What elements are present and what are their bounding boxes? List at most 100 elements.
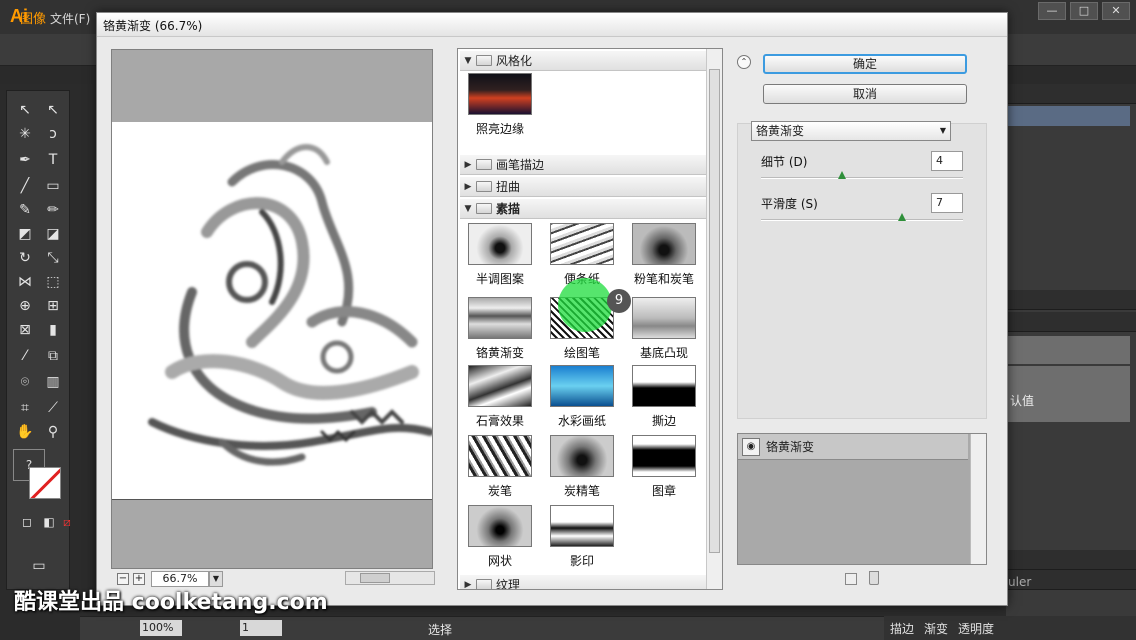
maximize-button[interactable]: □ <box>1070 2 1098 20</box>
filter-thumb-glowing-edges[interactable]: 照亮边缘 <box>460 73 540 143</box>
filter-select[interactable]: 铬黄渐变 ▼ <box>751 121 951 141</box>
preview-scroll-thumb[interactable] <box>360 573 390 583</box>
pencil-tool-icon[interactable]: ✏ <box>41 199 65 221</box>
blend-tool-icon[interactable]: ⧉ <box>41 345 65 367</box>
filter-thumb-reticulation[interactable]: 网状 <box>460 505 540 575</box>
folder-icon <box>476 159 492 170</box>
filter-thumb-chalk-charcoal[interactable]: 粉笔和炭笔 <box>624 223 704 293</box>
category-texture[interactable]: ▶ 纹理 <box>460 575 706 590</box>
filter-gallery-dialog: 铬黄渐变 (66.7%) − + 66.7% ▼ ▼ 风格化 照亮边缘 ▶ 画笔… <box>96 12 1008 606</box>
effect-layer-label: 铬黄渐变 <box>766 440 815 454</box>
hand-tool-icon[interactable]: ✋ <box>13 421 37 443</box>
filter-thumb-photocopy[interactable]: 影印 <box>542 505 622 575</box>
status-tool-label[interactable]: 选择 <box>428 621 452 638</box>
cancel-button[interactable]: 取消 <box>763 84 967 104</box>
smoothness-slider-thumb[interactable] <box>898 213 907 221</box>
filter-thumb-water-paper[interactable]: 水彩画纸 <box>542 365 622 435</box>
direct-selection-tool-icon[interactable]: ↖ <box>41 99 65 121</box>
category-distort[interactable]: ▶ 扭曲 <box>460 177 706 197</box>
gradient-tool-icon[interactable]: ▮ <box>41 319 65 341</box>
panel-row[interactable] <box>1006 336 1130 364</box>
eye-icon[interactable]: ◉ <box>742 438 760 456</box>
paintbrush-tool-icon[interactable]: ✎ <box>13 199 37 221</box>
status-page-field[interactable]: 1 <box>240 620 282 636</box>
tab-gradient[interactable]: 渐变 <box>924 620 948 637</box>
category-label: 纹理 <box>496 578 521 590</box>
delete-effect-layer-icon[interactable] <box>869 571 879 585</box>
effect-layer-row[interactable]: ◉ 铬黄渐变 <box>738 434 968 460</box>
filter-label: 图章 <box>651 484 676 498</box>
filter-thumb-chrome[interactable]: 铬黄渐变 <box>460 293 540 363</box>
gallery-scroll-thumb[interactable] <box>709 69 720 553</box>
panel-header <box>1006 84 1136 104</box>
preview-horizontal-scrollbar[interactable] <box>345 571 435 585</box>
filter-thumb-stamp[interactable]: 图章 <box>624 435 704 505</box>
mesh-tool-icon[interactable]: ⊠ <box>13 319 37 341</box>
rectangle-tool-icon[interactable]: ▭ <box>41 175 65 197</box>
graph-tool-icon[interactable]: ▥ <box>41 371 65 393</box>
status-zoom-field[interactable]: 100% <box>140 620 182 636</box>
lasso-tool-icon[interactable]: ↄ <box>41 123 65 145</box>
filter-thumb-bas-relief[interactable]: 基底凸现 <box>624 293 704 363</box>
filter-select-value: 铬黄渐变 <box>756 124 805 138</box>
tab-transparency[interactable]: 透明度 <box>958 620 994 637</box>
zoom-tool-icon[interactable]: ⚲ <box>41 421 65 443</box>
ok-button[interactable]: 确定 <box>763 54 967 74</box>
perspective-grid-tool-icon[interactable]: ⊞ <box>41 295 65 317</box>
toolbox: ↖ ↖ ✳ ↄ ✒ T ╱ ▭ ✎ ✏ ◩ ◪ ↻ ⤡ ⋈ ⬚ ⊕ ⊞ ⊠ ▮ … <box>6 90 71 590</box>
torn-edges-thumbnail <box>632 365 696 407</box>
gallery-vertical-scrollbar[interactable] <box>706 49 722 589</box>
filter-thumb-halftone[interactable]: 半调图案 <box>460 223 540 293</box>
blob-brush-tool-icon[interactable]: ◩ <box>13 223 37 245</box>
preview-area[interactable] <box>111 49 433 569</box>
filter-thumb-charcoal[interactable]: 炭笔 <box>460 435 540 505</box>
line-tool-icon[interactable]: ╱ <box>13 175 37 197</box>
detail-slider-thumb[interactable] <box>837 171 846 179</box>
close-window-button[interactable]: ✕ <box>1102 2 1130 20</box>
layers-vertical-scrollbar[interactable] <box>970 434 986 564</box>
magic-wand-tool-icon[interactable]: ✳ <box>13 123 37 145</box>
artboard-tool-icon[interactable]: ⌗ <box>13 397 37 419</box>
collapse-gallery-icon[interactable]: ⌃ <box>737 55 751 69</box>
filter-thumb-conte-crayon[interactable]: 炭精笔 <box>542 435 622 505</box>
rotate-tool-icon[interactable]: ↻ <box>13 247 37 269</box>
eraser-tool-icon[interactable]: ◪ <box>41 223 65 245</box>
shape-builder-tool-icon[interactable]: ⊕ <box>13 295 37 317</box>
eyedropper-tool-icon[interactable]: ⁄ <box>13 345 37 367</box>
slice-tool-icon[interactable]: ⟋ <box>41 397 65 419</box>
category-stylize[interactable]: ▼ 风格化 <box>460 51 706 71</box>
smoothness-input[interactable]: 7 <box>931 193 963 213</box>
smoothness-slider-track[interactable] <box>761 219 963 221</box>
folder-icon <box>476 55 492 66</box>
color-mode-icon[interactable]: ◻ <box>15 511 39 533</box>
detail-input[interactable]: 4 <box>931 151 963 171</box>
chrome-thumbnail <box>468 297 532 339</box>
control-image-label[interactable]: 图像 <box>20 8 46 27</box>
minimize-button[interactable]: — <box>1038 2 1066 20</box>
symbol-sprayer-tool-icon[interactable]: ⌾ <box>13 371 37 393</box>
free-transform-tool-icon[interactable]: ⬚ <box>41 271 65 293</box>
selection-tool-icon[interactable]: ↖ <box>13 99 37 121</box>
cursor-highlight <box>558 278 612 332</box>
stroke-swatch[interactable] <box>29 467 61 499</box>
new-effect-layer-icon[interactable] <box>845 573 857 585</box>
menu-file[interactable]: 文件(F) <box>50 10 90 27</box>
pen-tool-icon[interactable]: ✒ <box>13 149 37 171</box>
category-sketch[interactable]: ▼ 素描 <box>460 199 706 219</box>
water-paper-thumbnail <box>550 365 614 407</box>
dialog-titlebar[interactable]: 铬黄渐变 (66.7%) <box>97 13 1007 37</box>
smoothness-label: 平滑度 (S) <box>761 197 818 211</box>
filter-label: 网状 <box>487 554 512 568</box>
filter-thumb-torn-edges[interactable]: 撕边 <box>624 365 704 435</box>
panel-selected-row[interactable] <box>1006 106 1130 126</box>
scale-tool-icon[interactable]: ⤡ <box>41 247 65 269</box>
width-tool-icon[interactable]: ⋈ <box>13 271 37 293</box>
category-brush-strokes[interactable]: ▶ 画笔描边 <box>460 155 706 175</box>
screen-mode-icon[interactable]: ▭ <box>27 555 51 577</box>
tab-stroke[interactable]: 描边 <box>890 620 914 637</box>
filter-thumb-plaster[interactable]: 石膏效果 <box>460 365 540 435</box>
none-mode-icon[interactable]: ⧄ <box>55 511 79 533</box>
detail-slider-track[interactable] <box>761 177 963 179</box>
panel-ruler-label: uler <box>1008 575 1032 589</box>
type-tool-icon[interactable]: T <box>41 149 65 171</box>
